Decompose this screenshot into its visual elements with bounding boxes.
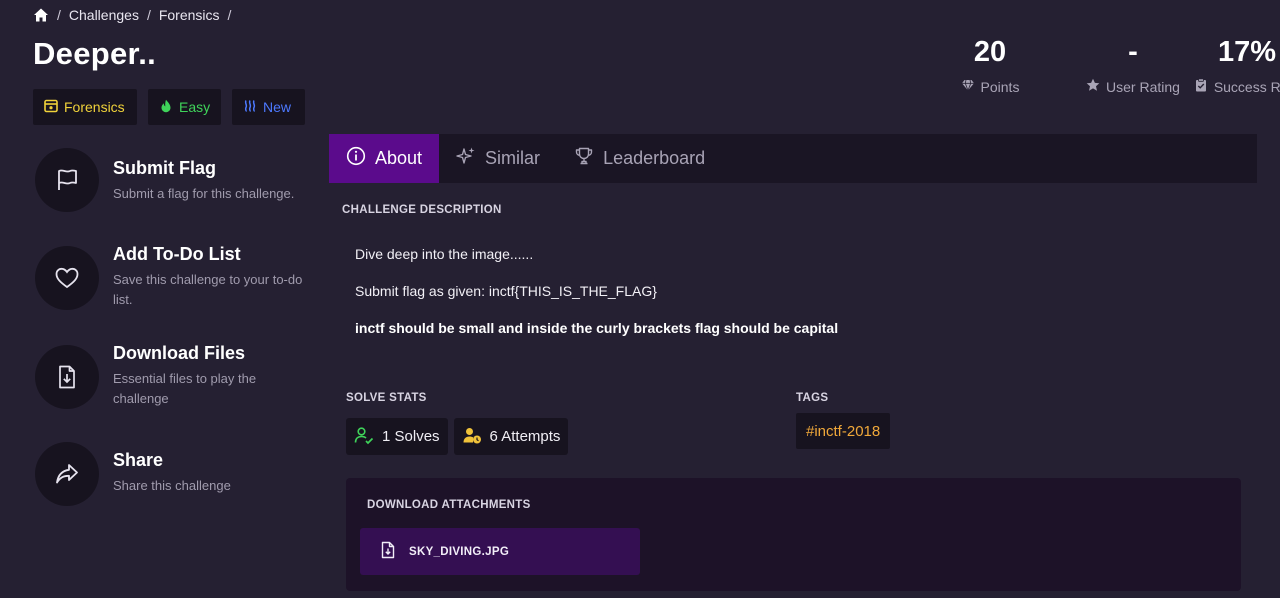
tab-bar: About Similar Leaderboard: [329, 134, 1257, 183]
action-subtitle: Save this challenge to your to-do list.: [113, 272, 303, 307]
star-icon: [1086, 78, 1100, 95]
badge-row: Forensics Easy New: [33, 89, 305, 125]
breadcrumb-separator: /: [227, 7, 232, 23]
add-todo-text: Add To-Do List Save this challenge to yo…: [113, 243, 313, 310]
flame-icon: [159, 99, 173, 116]
heart-icon[interactable]: [35, 246, 99, 310]
attachment-file[interactable]: SKY_DIVING.JPG: [360, 528, 640, 575]
user-clock-icon: [462, 425, 482, 449]
status-label: New: [263, 99, 292, 115]
category-badge[interactable]: Forensics: [33, 89, 137, 125]
download-files-text: Download Files Essential files to play t…: [113, 342, 313, 409]
diamond-icon: [961, 78, 975, 95]
description-line: Dive deep into the image......: [355, 246, 534, 262]
tab-about[interactable]: About: [329, 134, 440, 183]
action-subtitle: Essential files to play the challenge: [113, 371, 257, 406]
forensics-icon: [44, 99, 58, 116]
page-title: Deeper..: [33, 36, 157, 71]
description-heading: CHALLENGE DESCRIPTION: [342, 204, 502, 216]
difficulty-badge[interactable]: Easy: [148, 89, 221, 125]
points-stat: 20 Points: [920, 34, 1060, 95]
attempts-label: 6 Attempts: [489, 428, 561, 445]
tag-inctf-2018[interactable]: #inctf-2018: [796, 413, 891, 449]
user-check-icon: [354, 425, 374, 449]
solve-stats-heading: SOLVE STATS: [346, 392, 427, 404]
attempts-count: 6 Attempts: [453, 418, 569, 455]
trophy-icon: [574, 146, 594, 171]
category-label: Forensics: [64, 99, 125, 115]
share-text: Share Share this challenge: [113, 449, 313, 496]
tags-heading: TAGS: [796, 392, 829, 404]
attachments-panel: DOWNLOAD ATTACHMENTS SKY_DIVING.JPG: [346, 478, 1241, 591]
tab-label: Leaderboard: [603, 148, 706, 168]
challenge-description: Dive deep into the image...... Submit fl…: [355, 244, 1235, 355]
action-title: Share: [113, 450, 164, 470]
info-icon: [346, 146, 366, 171]
flag-icon[interactable]: [35, 148, 99, 212]
description-line: inctf should be small and inside the cur…: [355, 320, 839, 336]
tab-leaderboard[interactable]: Leaderboard: [557, 134, 722, 183]
home-icon[interactable]: [33, 7, 49, 23]
tab-label: Similar: [485, 148, 541, 168]
action-title: Add To-Do List: [113, 244, 241, 264]
action-title: Submit Flag: [113, 158, 216, 178]
success-stat: 17% Success Rate: [1182, 34, 1280, 95]
share-icon[interactable]: [35, 442, 99, 506]
points-label-row: Points: [920, 78, 1060, 95]
attachments-heading: DOWNLOAD ATTACHMENTS: [367, 499, 531, 511]
tab-label: About: [375, 148, 423, 168]
new-badge[interactable]: New: [232, 89, 305, 125]
action-subtitle: Submit a flag for this challenge.: [113, 186, 295, 201]
rating-label: User Rating: [1106, 78, 1180, 95]
tab-similar[interactable]: Similar: [439, 134, 557, 183]
breadcrumb-separator: /: [146, 7, 151, 23]
attachment-name: SKY_DIVING.JPG: [409, 545, 510, 558]
description-line: Submit flag as given: inctf{THIS_IS_THE_…: [355, 283, 657, 299]
breadcrumb-challenges[interactable]: Challenges: [69, 7, 139, 23]
submit-flag-text: Submit Flag Submit a flag for this chall…: [113, 157, 313, 204]
file-download-icon: [379, 541, 397, 562]
success-value: 17%: [1217, 36, 1277, 68]
clipboard-check-icon: [1194, 78, 1208, 95]
file-download-icon[interactable]: [35, 345, 99, 409]
solves-label: 1 Solves: [382, 428, 440, 445]
action-title: Download Files: [113, 343, 246, 363]
points-value: 20: [973, 36, 1007, 68]
solves-count: 1 Solves: [346, 418, 448, 455]
success-label: Success Rate: [1213, 78, 1280, 95]
difficulty-label: Easy: [179, 99, 211, 115]
points-label: Points: [980, 78, 1020, 95]
breadcrumb: / Challenges / Forensics /: [33, 6, 239, 24]
breadcrumb-separator: /: [57, 7, 61, 23]
waves-icon: [243, 99, 257, 116]
sparkles-icon: [456, 146, 476, 171]
challenge-stats: 20 Points - User Rating 17% Success Rate: [920, 34, 1280, 104]
solve-stats: 1 Solves 6 Attempts: [346, 418, 569, 455]
breadcrumb-forensics[interactable]: Forensics: [159, 7, 220, 23]
success-label-row: Success Rate: [1182, 78, 1280, 95]
action-subtitle: Share this challenge: [113, 478, 231, 493]
